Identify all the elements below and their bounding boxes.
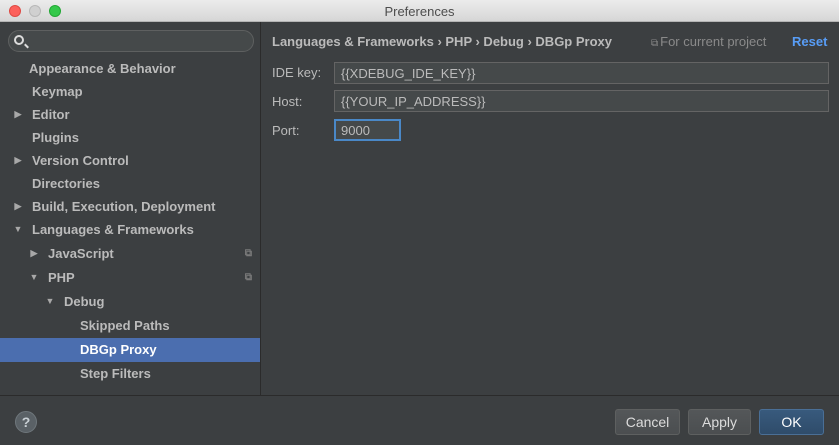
sidebar-item-skipped-paths[interactable]: Skipped Paths [0, 314, 260, 337]
sidebar-item-build-execution-deployment[interactable]: ▶ Build, Execution, Deployment [0, 195, 260, 218]
sidebar-item-plugins[interactable]: Plugins [0, 126, 260, 149]
settings-content-panel: Languages & Frameworks › PHP › Debug › D… [262, 22, 839, 395]
sidebar-item-dbgp-proxy[interactable]: DBGp Proxy [0, 338, 260, 362]
dialog-button-bar: ? Cancel Apply OK [0, 395, 839, 445]
sidebar-item-label: Skipped Paths [80, 318, 170, 333]
copy-icon: ⧉ [651, 38, 659, 49]
port-field[interactable] [334, 119, 401, 141]
sidebar-item-version-control[interactable]: ▶ Version Control [0, 149, 260, 172]
sidebar-item-label: Languages & Frameworks [32, 222, 194, 237]
scope-label: For current project [660, 34, 767, 49]
search-icon [14, 35, 24, 45]
sidebar-item-javascript[interactable]: ▶ JavaScript ⧉ [0, 242, 260, 265]
cancel-button[interactable]: Cancel [615, 409, 680, 435]
project-scope-indicator: ⧉ For current project [651, 34, 766, 49]
host-label: Host: [272, 94, 303, 109]
chevron-right-icon[interactable]: ▶ [13, 149, 23, 172]
window-title: Preferences [384, 4, 455, 19]
sidebar-item-step-filters[interactable]: Step Filters [0, 362, 260, 385]
sidebar-item-label: Debug [64, 294, 105, 309]
sidebar-item-label: Keymap [32, 84, 83, 99]
breadcrumb: Languages & Frameworks › PHP › Debug › D… [272, 34, 612, 49]
title-bar: Preferences [0, 0, 839, 22]
settings-search-input[interactable] [8, 30, 254, 52]
sidebar-item-debug[interactable]: ▼ Debug [0, 290, 260, 313]
reset-link[interactable]: Reset [792, 34, 827, 49]
sidebar-item-label: Appearance & Behavior [29, 61, 176, 76]
sidebar-item-appearance-behavior[interactable]: Appearance & Behavior [0, 57, 260, 80]
host-field[interactable] [334, 90, 829, 112]
help-button[interactable]: ? [15, 411, 37, 433]
sidebar-item-php[interactable]: ▼ PHP ⧉ [0, 266, 260, 289]
sidebar-item-languages-frameworks[interactable]: ▼ Languages & Frameworks [0, 218, 260, 241]
preferences-window: Preferences Appearance & Behavior Keymap… [0, 0, 839, 445]
copy-icon: ⧉ [244, 272, 252, 283]
chevron-down-icon[interactable]: ▼ [29, 266, 39, 289]
chevron-right-icon[interactable]: ▶ [13, 103, 23, 126]
chevron-down-icon[interactable]: ▼ [45, 290, 55, 313]
apply-button[interactable]: Apply [688, 409, 751, 435]
sidebar-item-editor[interactable]: ▶ Editor [0, 103, 260, 126]
chevron-down-icon[interactable]: ▼ [13, 218, 23, 241]
ok-button[interactable]: OK [759, 409, 824, 435]
chevron-right-icon[interactable]: ▶ [13, 195, 23, 218]
ide-key-label: IDE key: [272, 65, 322, 80]
sidebar-item-directories[interactable]: Directories [0, 172, 260, 195]
sidebar-item-label: Editor [32, 107, 70, 122]
copy-icon: ⧉ [244, 248, 252, 259]
sidebar-item-label: Build, Execution, Deployment [32, 199, 216, 214]
chevron-right-icon[interactable]: ▶ [29, 242, 39, 265]
port-label: Port: [272, 123, 300, 138]
sidebar-item-label: Version Control [32, 153, 129, 168]
sidebar-item-label: JavaScript [48, 246, 114, 261]
sidebar-item-label: Plugins [32, 130, 79, 145]
settings-sidebar: Appearance & Behavior Keymap ▶ Editor Pl… [0, 22, 261, 395]
sidebar-item-label: Step Filters [80, 366, 151, 381]
sidebar-item-keymap[interactable]: Keymap [0, 80, 260, 103]
sidebar-item-label: Directories [32, 176, 100, 191]
sidebar-item-label: DBGp Proxy [80, 342, 157, 357]
ide-key-field[interactable] [334, 62, 829, 84]
sidebar-item-label: PHP [48, 270, 75, 285]
